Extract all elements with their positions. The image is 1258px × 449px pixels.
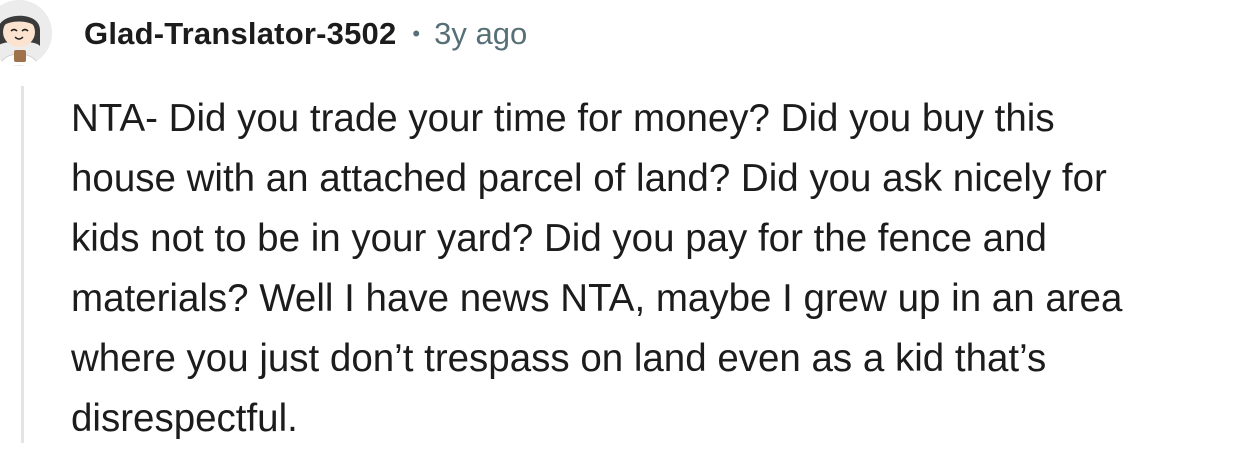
comment-meta: Glad-Translator-3502 • 3y ago xyxy=(84,12,527,56)
username-link[interactable]: Glad-Translator-3502 xyxy=(84,16,396,52)
thread-line[interactable] xyxy=(21,86,24,443)
timestamp[interactable]: 3y ago xyxy=(434,16,527,52)
comment-body: NTA- Did you trade your time for money? … xyxy=(71,97,1123,440)
comment: Glad-Translator-3502 • 3y ago NTA- Did y… xyxy=(0,0,1258,443)
separator-dot: • xyxy=(412,21,421,46)
avatar-icon[interactable] xyxy=(0,0,52,66)
